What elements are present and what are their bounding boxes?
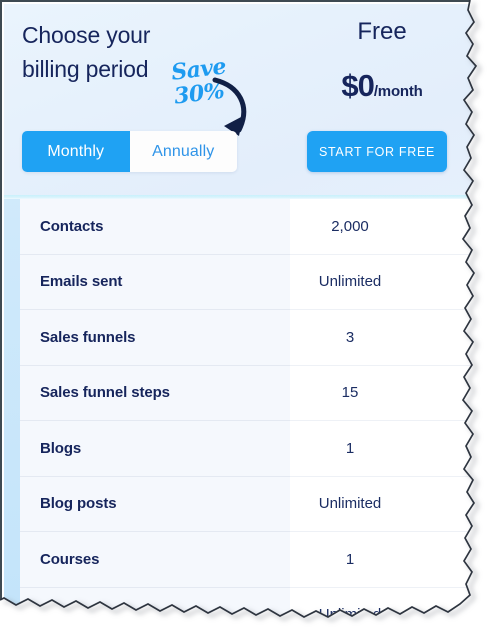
feature-name: Blog posts — [20, 476, 290, 532]
feature-value: 1 — [290, 421, 476, 477]
feature-name: Sales funnel steps — [20, 365, 290, 421]
feature-value: 1 — [290, 532, 476, 588]
table-row: Emails sent Unlimited — [20, 254, 476, 310]
table-row: Courses 1 — [20, 532, 476, 588]
feature-value: 15 — [290, 365, 476, 421]
table-row: Sales funnel steps 15 — [20, 365, 476, 421]
feature-value: Unlimited — [290, 587, 476, 617]
feature-name: Contacts — [20, 199, 290, 255]
start-for-free-button[interactable]: START FOR FREE — [307, 131, 447, 172]
feature-value: 2,000 — [290, 199, 476, 255]
billing-heading-line-1: Choose your — [22, 22, 151, 48]
table-row: Contacts 2,000 — [20, 199, 476, 255]
feature-name: Sales funnels — [20, 310, 290, 366]
toggle-option-annually[interactable]: Annually — [129, 131, 237, 172]
feature-value: Unlimited — [290, 476, 476, 532]
feature-value: 3 — [290, 310, 476, 366]
table-row: Blogs 1 — [20, 421, 476, 477]
pricing-card: Choose your billing period Save 30% Mont… — [0, 0, 476, 617]
torn-paper-clip: Choose your billing period Save 30% Mont… — [0, 0, 476, 617]
feature-name: Courses — [20, 532, 290, 588]
feature-comparison-table: Contacts 2,000 Emails sent Unlimited Sales f… — [20, 199, 476, 617]
plan-price: $0/month — [292, 68, 472, 104]
feature-name: Students — [20, 587, 290, 617]
feature-value: Unlimited — [290, 254, 476, 310]
table-row: Sales funnels 3 — [20, 310, 476, 366]
plan-name: Free — [357, 18, 407, 45]
feature-name: Blogs — [20, 421, 290, 477]
table-row: Students Unlimited — [20, 587, 476, 617]
feature-name: Emails sent — [20, 254, 290, 310]
plan-price-amount: $0 — [341, 68, 374, 103]
toggle-option-monthly[interactable]: Monthly — [22, 131, 130, 172]
plan-price-period: /month — [373, 83, 423, 100]
billing-period-toggle[interactable]: Monthly Annually — [22, 131, 237, 172]
pricing-card-screenshot: Choose your billing period Save 30% Mont… — [0, 0, 500, 633]
card-header: Choose your billing period Save 30% Mont… — [4, 4, 476, 198]
table-row: Blog posts Unlimited — [20, 476, 476, 532]
